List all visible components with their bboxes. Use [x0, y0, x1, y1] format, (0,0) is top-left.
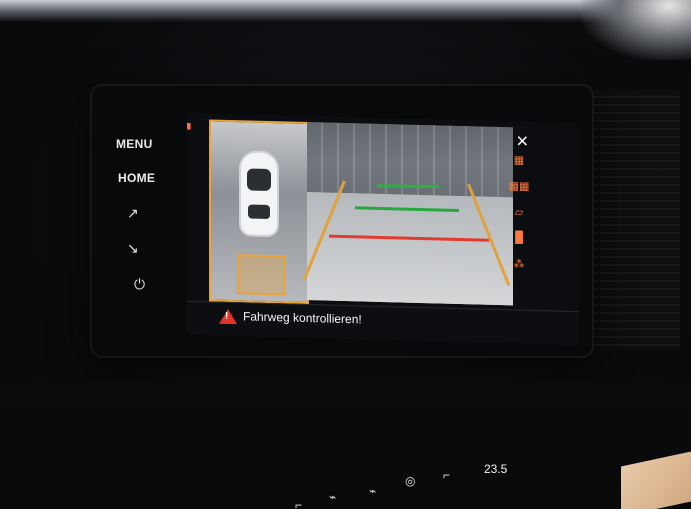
- warning-bar: Fahrweg kontrollieren!: [187, 300, 579, 343]
- warning-icon: [219, 308, 237, 325]
- warning-text: Fahrweg kontrollieren!: [243, 309, 362, 327]
- seat-recline-up-icon[interactable]: ↗: [127, 205, 139, 222]
- seat-heat-icon[interactable]: ⌁: [329, 490, 336, 504]
- right-panel: ▦ ▦▦ ▱ ▐▌ ⁂: [507, 153, 531, 284]
- close-icon[interactable]: ✕: [516, 131, 529, 151]
- seat-recline-down-icon[interactable]: ↘: [127, 240, 139, 257]
- lower-console: [0, 380, 691, 509]
- seat-vent-icon[interactable]: ⌁: [369, 484, 376, 498]
- settings-icon[interactable]: ⁂: [507, 257, 531, 284]
- car-interior-photo: MENU HOME ↗ ↘ ⏻ Ⓐ▲ ◀▲ ◼◼ ✕ ▦ ▦▦ ▱ ▐▌ ⁂: [0, 0, 691, 509]
- rear-zone-highlight: [237, 254, 285, 296]
- wood-trim: [621, 451, 691, 509]
- seat-person-icon[interactable]: ⌐: [443, 468, 450, 482]
- camera-rear-icon[interactable]: ▦▦: [507, 179, 531, 206]
- menu-button[interactable]: MENU: [116, 137, 153, 151]
- top-view-camera[interactable]: [209, 119, 309, 305]
- window-glare: [581, 0, 691, 60]
- power-icon[interactable]: ⏻: [134, 276, 145, 293]
- rear-view-camera: [302, 122, 513, 306]
- camera-display: ◼◼ ✕ ▦ ▦▦ ▱ ▐▌ ⁂ Fahrweg kontrollieren!: [187, 112, 579, 346]
- camera-front-icon[interactable]: ▦: [507, 153, 531, 180]
- home-button[interactable]: HOME: [118, 171, 155, 185]
- camera-trailer-icon[interactable]: ▐▌: [507, 231, 531, 258]
- steering-heat-icon[interactable]: ◎: [405, 474, 415, 488]
- camera-side-icon[interactable]: ▱: [507, 205, 531, 232]
- temperature-readout: 23.5: [484, 462, 508, 476]
- car-topdown-icon: [241, 152, 277, 236]
- camera-mode-icon[interactable]: ◼◼: [187, 121, 192, 132]
- guideline-green-far: [377, 184, 439, 188]
- seat-icon[interactable]: ⌐: [295, 498, 302, 509]
